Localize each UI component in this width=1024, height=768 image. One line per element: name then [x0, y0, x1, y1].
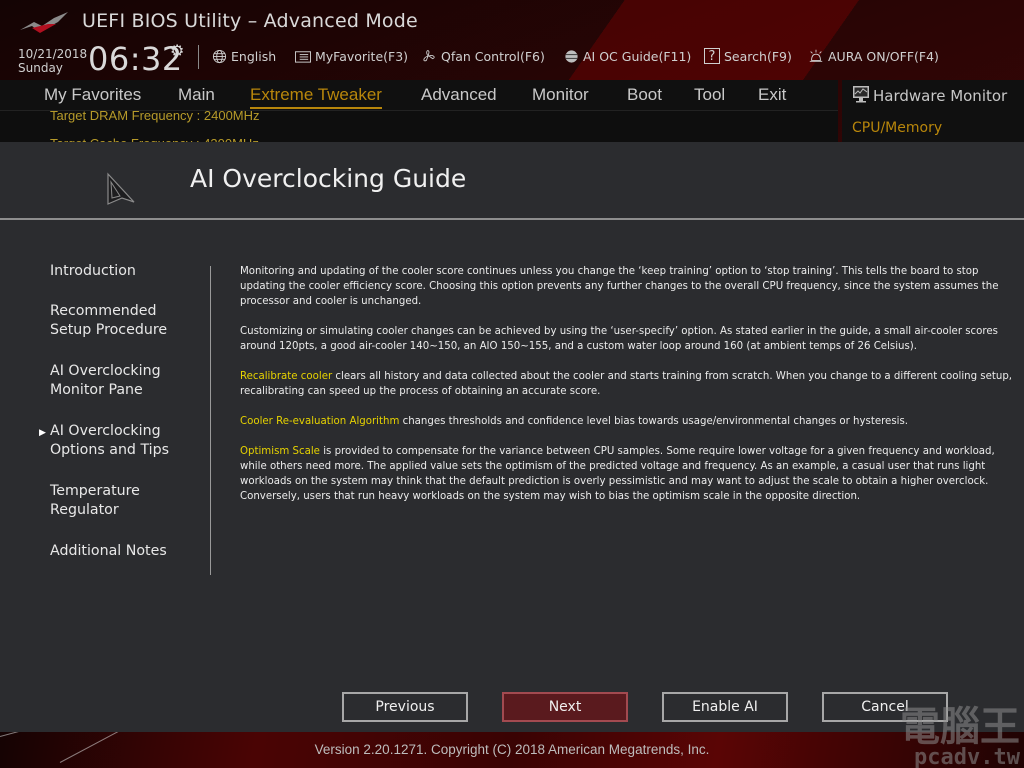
main-menu-bar: My Favorites Main Extreme Tweaker Advanc…: [0, 80, 838, 111]
hardware-monitor-panel: Hardware Monitor CPU/Memory: [842, 80, 1024, 142]
dialog-title: AI Overclocking Guide: [190, 164, 467, 193]
watermark-logo: 電腦王: [900, 704, 1020, 750]
version-footer: Version 2.20.1271. Copyright (C) 2018 Am…: [314, 742, 710, 757]
tab-exit[interactable]: Exit: [758, 85, 786, 105]
aura-toggle-button[interactable]: AURA ON/OFF(F4): [808, 48, 939, 64]
paragraph-text: clears all history and data collected ab…: [240, 371, 1013, 397]
nav-options-and-tips-label: AI Overclocking Options and Tips: [50, 423, 170, 458]
paragraph-text: Customizing or simulating cooler changes…: [240, 326, 998, 352]
qfan-label: Qfan Control(F6): [441, 48, 545, 64]
weekday: Sunday: [18, 61, 63, 75]
date: 10/21/2018: [18, 47, 88, 61]
language-label: English: [231, 48, 277, 64]
tab-main[interactable]: Main: [178, 85, 215, 105]
guide-nav: Introduction Recommended Setup Procedure…: [39, 262, 200, 583]
paragraph: Recalibrate cooler clears all history an…: [240, 369, 1015, 399]
tab-boot[interactable]: Boot: [627, 85, 662, 105]
qfan-control-button[interactable]: Qfan Control(F6): [421, 48, 545, 64]
tab-advanced[interactable]: Advanced: [421, 85, 497, 105]
gear-icon[interactable]: ⚙: [170, 41, 184, 60]
next-button[interactable]: Next: [502, 692, 628, 722]
nav-introduction[interactable]: Introduction: [50, 262, 200, 281]
fan-icon: [421, 48, 437, 64]
nav-temperature-regulator[interactable]: Temperature Regulator: [50, 482, 200, 520]
search-button[interactable]: ? Search(F9): [704, 48, 792, 64]
optimism-scale-term: Optimism Scale: [240, 446, 320, 457]
background-settings-list: Target DRAM Frequency : 2400MHz Target C…: [0, 111, 838, 142]
cpu-memory-section: CPU/Memory: [852, 120, 943, 136]
clock: 06:32: [88, 40, 183, 78]
previous-button[interactable]: Previous: [342, 692, 468, 722]
divider: [198, 45, 199, 69]
favorite-list-icon: [295, 48, 311, 64]
paragraph: Optimism Scale is provided to compensate…: [240, 444, 1015, 504]
ai-oc-guide-icon: [563, 48, 579, 64]
paragraph: Cooler Re-evaluation Algorithm changes t…: [240, 414, 1015, 429]
cooler-reevaluation-term: Cooler Re-evaluation Algorithm: [240, 416, 400, 427]
myfavorite-button[interactable]: MyFavorite(F3): [295, 48, 408, 64]
ai-oc-guide-button[interactable]: AI OC Guide(F11): [563, 48, 691, 64]
tab-my-favorites[interactable]: My Favorites: [44, 85, 141, 105]
paragraph-text: is provided to compensate for the varian…: [240, 446, 995, 502]
globe-icon: [211, 48, 227, 64]
date-display: 10/21/2018 Sunday: [18, 47, 87, 75]
nav-additional-notes[interactable]: Additional Notes: [50, 542, 200, 561]
enable-ai-button[interactable]: Enable AI: [662, 692, 788, 722]
aura-label: AURA ON/OFF(F4): [828, 48, 939, 64]
paragraph: Customizing or simulating cooler changes…: [240, 324, 1015, 354]
paragraph: Monitoring and updating of the cooler sc…: [240, 264, 1015, 309]
nav-options-and-tips[interactable]: ▶ AI Overclocking Options and Tips: [39, 422, 200, 460]
watermark: 電腦王 pcadv.tw: [900, 706, 1020, 768]
app-title: UEFI BIOS Utility – Advanced Mode: [82, 10, 418, 32]
dialog-header: AI Overclocking Guide: [0, 142, 1024, 220]
guide-content: Monitoring and updating of the cooler sc…: [240, 264, 1015, 519]
search-label: Search(F9): [724, 48, 792, 64]
myfavorite-label: MyFavorite(F3): [315, 48, 409, 64]
search-help-icon: ?: [704, 48, 720, 64]
paragraph-text: Monitoring and updating of the cooler sc…: [240, 266, 999, 307]
aura-light-icon: [808, 48, 824, 64]
tab-monitor[interactable]: Monitor: [532, 85, 589, 105]
tab-extreme-tweaker[interactable]: Extreme Tweaker: [250, 85, 382, 109]
setting-row: Target DRAM Frequency : 2400MHz: [50, 111, 260, 123]
ai-overclocking-guide-dialog: AI Overclocking Guide Introduction Recom…: [0, 142, 1024, 732]
monitor-icon: [852, 85, 870, 107]
nav-recommended-setup[interactable]: Recommended Setup Procedure: [50, 302, 200, 340]
watermark-url: pcadv.tw: [914, 745, 1020, 768]
selected-arrow-icon: ▶: [39, 428, 46, 438]
paragraph-text: changes thresholds and confidence level …: [399, 416, 909, 427]
hardware-monitor-label: Hardware Monitor: [873, 87, 1008, 105]
hardware-monitor-title: Hardware Monitor: [852, 85, 1007, 107]
nav-divider: [210, 266, 211, 575]
tab-tool[interactable]: Tool: [694, 85, 725, 105]
rog-logo-icon: [20, 12, 68, 33]
language-button[interactable]: English: [211, 48, 276, 64]
recalibrate-cooler-term: Recalibrate cooler: [240, 371, 333, 382]
ai-cursor-icon: [107, 172, 135, 205]
ai-oc-guide-label: AI OC Guide(F11): [583, 48, 692, 64]
nav-monitor-pane[interactable]: AI Overclocking Monitor Pane: [50, 362, 200, 400]
